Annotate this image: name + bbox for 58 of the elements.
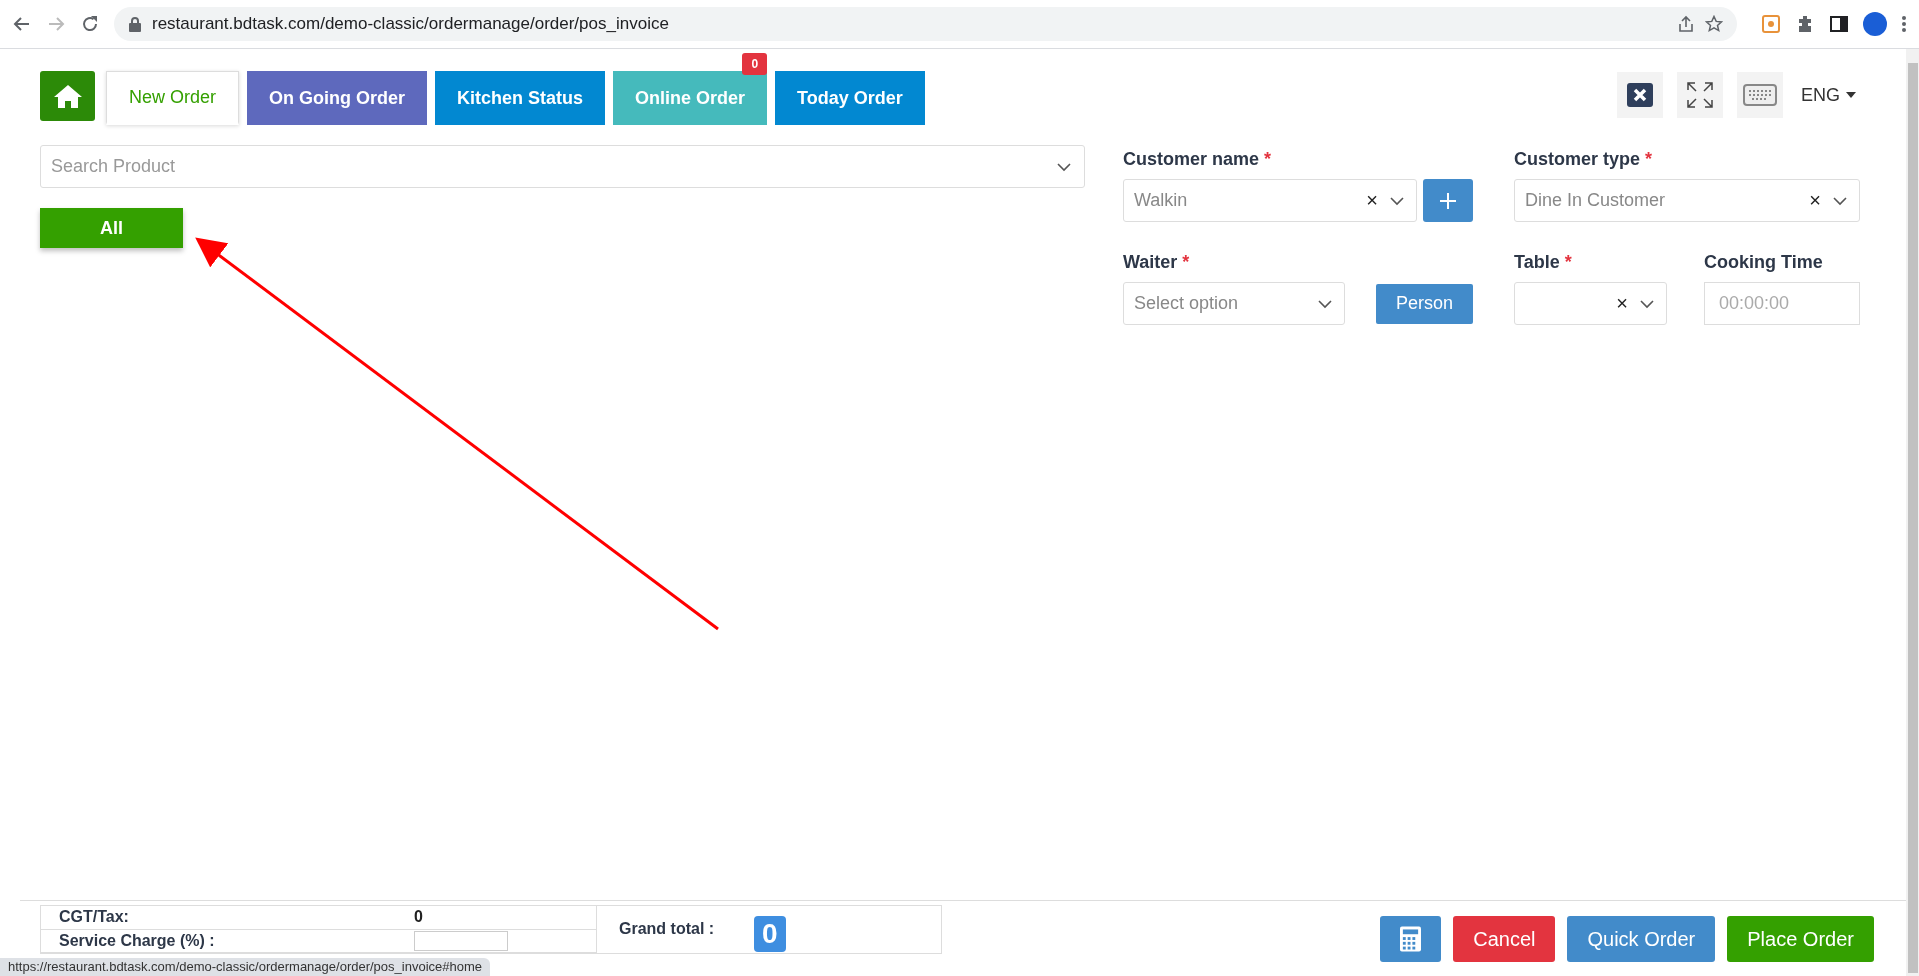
clear-icon[interactable]: ×: [1366, 189, 1378, 212]
tab[interactable]: New Order: [106, 71, 240, 125]
field-label: Waiter *: [1123, 252, 1191, 273]
tab[interactable]: On Going Order: [247, 71, 428, 125]
search-field[interactable]: Search Product: [40, 145, 1085, 188]
person-button[interactable]: Person: [1375, 283, 1473, 324]
calculator-icon: [1400, 926, 1422, 952]
close-button[interactable]: [1617, 72, 1663, 118]
field-label: Customer type *: [1514, 149, 1654, 170]
summary-value: 0: [414, 908, 423, 927]
side-panel-icon[interactable]: [1829, 14, 1849, 34]
time-field[interactable]: 00:00:00: [1704, 282, 1860, 325]
tab[interactable]: Online Order: [613, 71, 768, 125]
add-button[interactable]: [1423, 179, 1473, 222]
plus-icon: [1439, 191, 1457, 210]
summary-label: Service Charge (%) :: [59, 931, 216, 950]
count-badge: 0: [742, 53, 768, 75]
close-icon: [1627, 83, 1653, 107]
field-label: Table *: [1514, 252, 1573, 273]
link-preview-tooltip: https://restaurant.bdtask.com/demo-classic/ordermanage/order/pos_invoice#home: [0, 958, 491, 976]
address-bar[interactable]: restaurant.bdtask.com/demo-classic/ordermanage/order/pos_invoice: [114, 7, 1737, 41]
keyboard-icon: [1743, 84, 1777, 106]
menu-icon[interactable]: [1901, 14, 1907, 34]
table-select[interactable]: ×: [1514, 282, 1667, 325]
lock-icon: [128, 16, 142, 32]
field-label: Customer name *: [1123, 149, 1273, 170]
waiter-select[interactable]: Select option: [1123, 282, 1345, 325]
star-icon[interactable]: [1705, 15, 1723, 33]
action-button[interactable]: Place Order: [1727, 916, 1874, 962]
tab[interactable]: Kitchen Status: [435, 71, 606, 125]
input-field[interactable]: [414, 930, 508, 951]
clear-icon[interactable]: ×: [1616, 292, 1628, 315]
customer-type-select[interactable]: Dine In Customer ×: [1514, 179, 1860, 222]
scrollbar-thumb[interactable]: [1907, 63, 1918, 973]
caret-icon: [1846, 92, 1856, 98]
url-text: restaurant.bdtask.com/demo-classic/ordermanage/order/pos_invoice: [152, 14, 670, 34]
action-button[interactable]: Cancel: [1453, 916, 1556, 962]
keyboard-button[interactable]: [1737, 72, 1783, 118]
summary-label: CGT/Tax:: [59, 908, 130, 927]
fullscreen-button[interactable]: [1677, 72, 1723, 118]
home-button[interactable]: [40, 71, 95, 121]
expand-icon: [1686, 81, 1714, 109]
action-button[interactable]: Quick Order: [1567, 916, 1716, 962]
home-icon: [52, 83, 83, 109]
extension-icon[interactable]: [1761, 14, 1781, 34]
grand-total-label: Grand total :: [619, 920, 715, 938]
grand-total-value: 0: [754, 916, 786, 952]
profile-avatar[interactable]: [1863, 12, 1887, 36]
field-label: Cooking Time: [1704, 252, 1824, 273]
language-dropdown[interactable]: ENG: [1797, 84, 1860, 106]
calculator-button[interactable]: [1380, 916, 1442, 962]
scrollbar[interactable]: [1906, 49, 1919, 976]
category-button[interactable]: All: [40, 208, 183, 248]
customer-select[interactable]: Walkin ×: [1123, 179, 1417, 222]
clear-icon[interactable]: ×: [1809, 189, 1821, 212]
share-icon[interactable]: [1677, 15, 1695, 33]
tab[interactable]: Today Order: [775, 71, 925, 125]
reload-icon[interactable]: [80, 14, 100, 34]
